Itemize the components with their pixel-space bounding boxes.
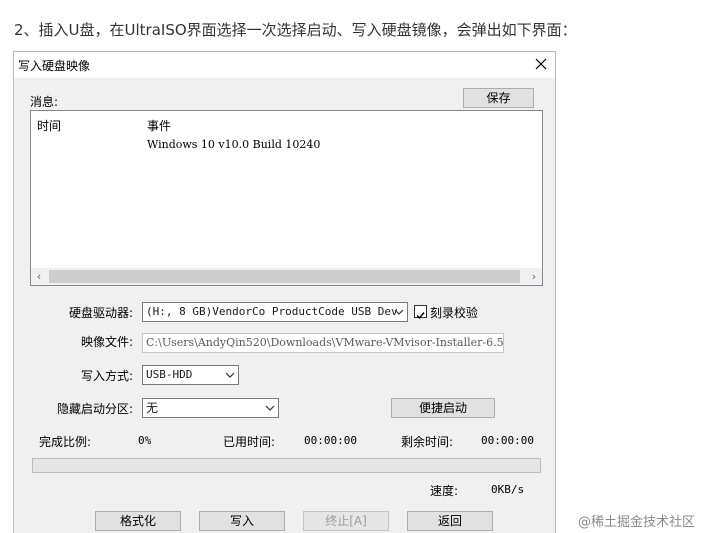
completion-value: 0% bbox=[138, 434, 152, 447]
dialog-title: 写入硬盘映像 bbox=[18, 59, 91, 73]
scrollbar-thumb[interactable] bbox=[49, 270, 520, 283]
image-file-field[interactable]: C:\Users\AndyQin520\Downloads\VMware-VMv… bbox=[142, 333, 504, 353]
write-disk-image-dialog: 写入硬盘映像 消息: 保存 时间 事件 Windows 10 v10.0 Bui… bbox=[13, 51, 556, 533]
watermark: @稀土掘金技术社区 bbox=[577, 515, 695, 530]
scroll-left-icon[interactable]: ‹ bbox=[31, 269, 47, 284]
speed-value: 0KB/s bbox=[491, 483, 525, 496]
chevron-down-icon bbox=[225, 372, 235, 378]
quick-boot-button[interactable]: 便捷启动 bbox=[391, 398, 495, 418]
elapsed-value: 00:00:00 bbox=[304, 434, 357, 447]
verify-label: 刻录校验 bbox=[430, 306, 479, 320]
messages-label: 消息: bbox=[30, 95, 59, 109]
drive-value: (H:, 8 GB)VendorCo ProductCode USB Dev bbox=[146, 305, 398, 318]
write-progress-bar bbox=[32, 458, 541, 473]
remaining-label: 剩余时间: bbox=[401, 435, 454, 449]
drive-select[interactable]: (H:, 8 GB)VendorCo ProductCode USB Dev bbox=[142, 302, 408, 322]
write-method-label: 写入方式: bbox=[81, 369, 134, 383]
format-button[interactable]: 格式化 bbox=[95, 511, 181, 531]
remaining-value: 00:00:00 bbox=[481, 434, 534, 447]
elapsed-label: 已用时间: bbox=[223, 435, 276, 449]
chevron-down-icon bbox=[265, 405, 275, 411]
chevron-down-icon bbox=[394, 309, 404, 315]
stop-button[interactable]: 终止[A] bbox=[303, 511, 389, 531]
write-method-select[interactable]: USB-HDD bbox=[142, 365, 239, 385]
message-log[interactable]: 时间 事件 Windows 10 v10.0 Build 10240 ‹ › bbox=[30, 110, 543, 286]
back-button[interactable]: 返回 bbox=[407, 511, 493, 531]
log-horizontal-scrollbar[interactable]: ‹ › bbox=[31, 268, 542, 285]
write-button[interactable]: 写入 bbox=[199, 511, 285, 531]
verify-checkbox[interactable] bbox=[414, 305, 427, 320]
drive-label: 硬盘驱动器: bbox=[69, 306, 134, 320]
write-method-value: USB-HDD bbox=[146, 368, 193, 381]
save-button[interactable]: 保存 bbox=[463, 88, 534, 108]
log-header-event: 事件 bbox=[147, 119, 172, 133]
hidden-partition-select[interactable]: 无 bbox=[142, 398, 279, 418]
close-icon[interactable] bbox=[533, 56, 549, 72]
dialog-titlebar: 写入硬盘映像 bbox=[14, 52, 555, 78]
completion-label: 完成比例: bbox=[39, 435, 92, 449]
log-row-event: Windows 10 v10.0 Build 10240 bbox=[147, 138, 321, 151]
article-text: 2、插入U盘，在UltraISO界面选择一次选择启动、写入硬盘镜像，会弹出如下界… bbox=[14, 21, 577, 39]
check-icon bbox=[416, 312, 425, 320]
hidden-partition-label: 隐藏启动分区: bbox=[57, 402, 134, 416]
speed-label: 速度: bbox=[430, 484, 459, 498]
scroll-right-icon[interactable]: › bbox=[526, 269, 542, 284]
image-file-label: 映像文件: bbox=[81, 335, 134, 349]
log-header-time: 时间 bbox=[37, 119, 62, 133]
hidden-partition-value: 无 bbox=[146, 401, 159, 415]
